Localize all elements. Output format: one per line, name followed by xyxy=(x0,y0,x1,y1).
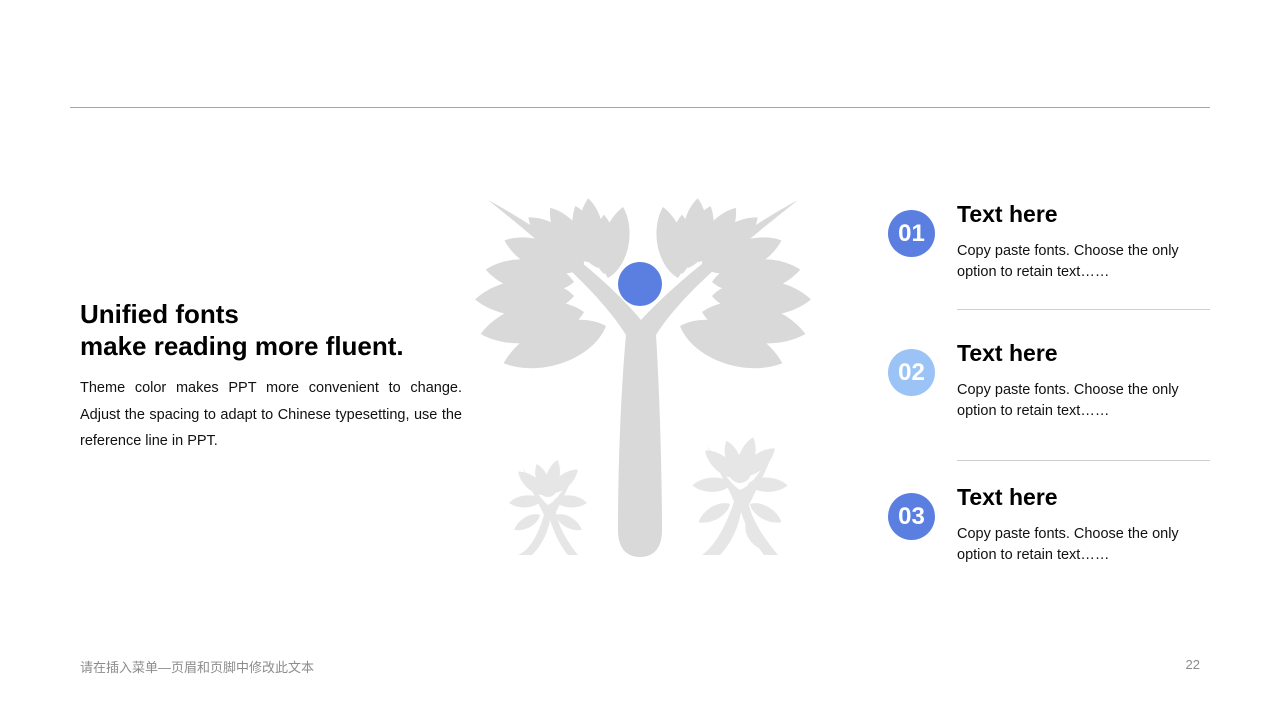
item-title: Text here xyxy=(957,201,1058,227)
body-text: Theme color makes PPT more convenient to… xyxy=(80,380,462,449)
item-divider xyxy=(957,309,1210,310)
footer-text: 请在插入菜单—页眉和页脚中修改此文本 xyxy=(80,660,315,675)
item-title: Text here xyxy=(957,484,1058,510)
page-number: 22 xyxy=(1185,657,1200,672)
head-dot-icon xyxy=(618,262,662,306)
headline-line-2: make reading more fluent. xyxy=(80,331,404,361)
item-description: Copy paste fonts. Choose the only option… xyxy=(957,243,1179,280)
item-description: Copy paste fonts. Choose the only option… xyxy=(957,526,1179,563)
top-divider xyxy=(70,107,1210,108)
headline-line-1: Unified fonts xyxy=(80,299,239,329)
small-person-right-icon xyxy=(692,434,788,555)
item-divider xyxy=(957,460,1210,461)
tree-people-icon xyxy=(474,197,812,557)
small-person-left-icon xyxy=(508,458,588,555)
headline: Unified fonts make reading more fluent. xyxy=(80,298,460,362)
item-description: Copy paste fonts. Choose the only option… xyxy=(957,382,1179,419)
number-badge: 02 xyxy=(888,349,935,396)
number-badge: 03 xyxy=(888,493,935,540)
number-badge: 01 xyxy=(888,210,935,257)
item-title: Text here xyxy=(957,340,1058,366)
